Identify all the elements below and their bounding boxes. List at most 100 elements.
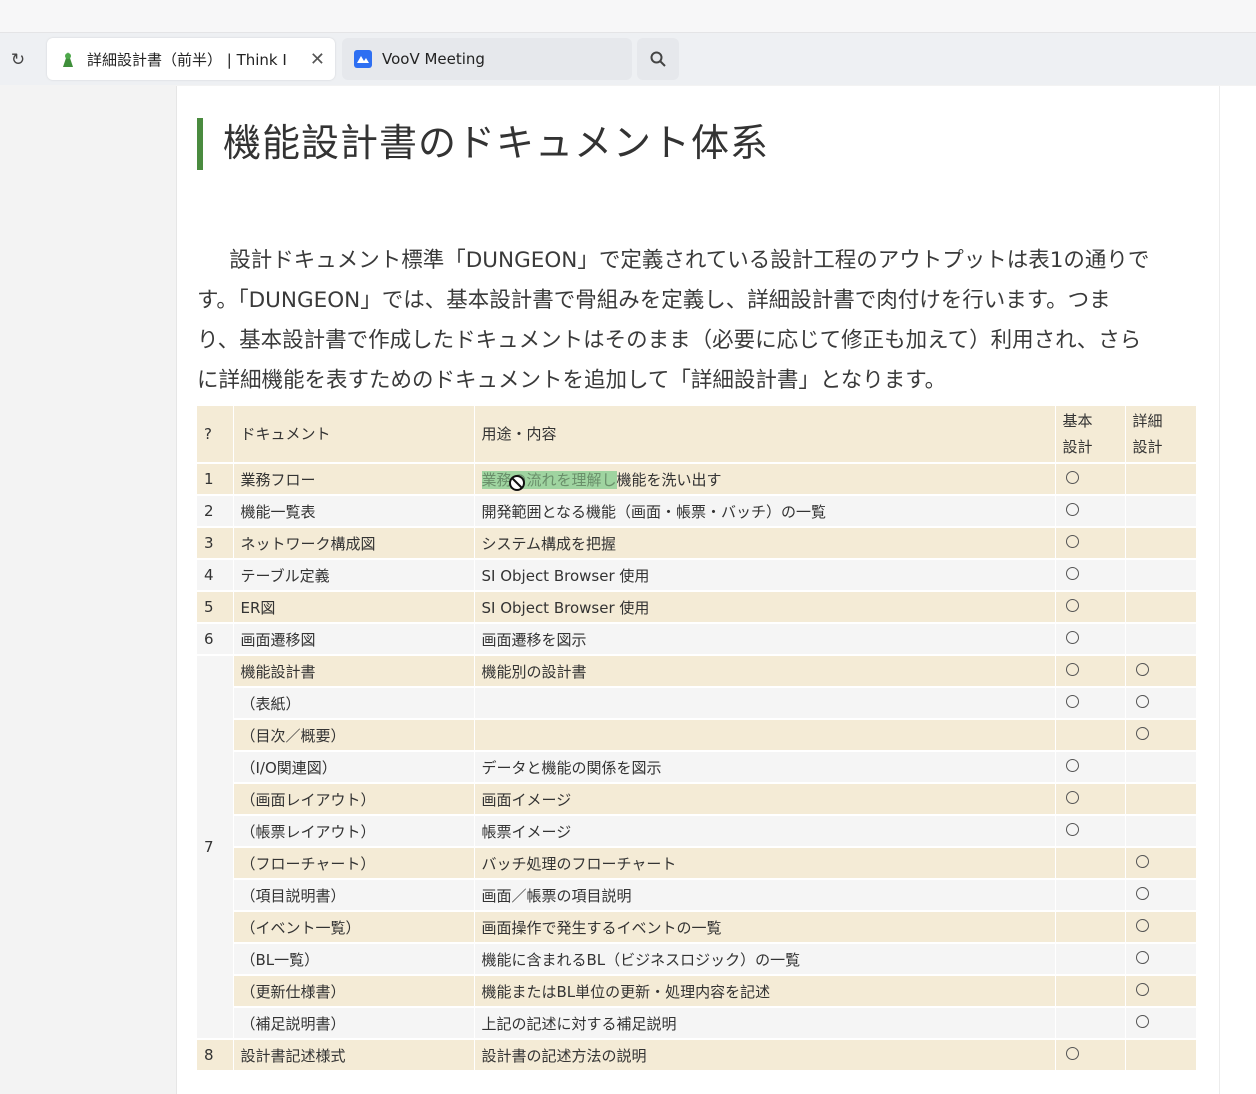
article-heading: 機能設計書のドキュメント体系	[197, 118, 769, 170]
circle-mark-icon	[1065, 631, 1079, 644]
cell-document: （帳票レイアウト）	[233, 815, 475, 848]
paragraph-line: す。「DUNGEON」では、基本設計書で骨組みを定義し、詳細設計書で肉付けを行い…	[197, 288, 1111, 313]
cell-document: 機能一覧表	[233, 495, 475, 528]
cell-document: （画面レイアウト）	[233, 783, 475, 816]
cell-detail-design	[1125, 1007, 1197, 1040]
circle-mark-icon	[1065, 823, 1079, 836]
cell-document: （項目説明書）	[233, 879, 475, 912]
cell-basic-design	[1055, 751, 1126, 784]
table-row: 1 業務フロー 業務の流れを理解し 機能を洗い出す	[197, 463, 1197, 496]
paragraph-line: 設計ドキュメント標準「DUNGEON」で定義されている設計工程のアウトプットは表…	[229, 248, 1150, 273]
cell-detail-design	[1125, 879, 1197, 912]
table-row: （補足説明書） 上記の記述に対する補足説明	[197, 1007, 1197, 1040]
circle-mark-icon	[1065, 791, 1079, 804]
close-icon[interactable]: ✕	[310, 49, 325, 70]
cell-num: 2	[197, 495, 234, 528]
circle-mark-icon	[1065, 663, 1079, 676]
cell-usage: 上記の記述に対する補足説明	[474, 1007, 1056, 1040]
reload-icon[interactable]: ↻	[8, 50, 28, 70]
cell-detail-design	[1125, 751, 1197, 784]
browser-top-strip	[0, 0, 1256, 33]
table-row: （画面レイアウト） 画面イメージ	[197, 783, 1197, 816]
cell-detail-design	[1125, 911, 1197, 944]
cell-usage: 画面遷移を図示	[474, 623, 1056, 656]
header-usage: 用途・内容	[474, 406, 1056, 464]
cell-usage: 画面イメージ	[474, 783, 1056, 816]
table-row: 8 設計書記述様式 設計書の記述方法の説明	[197, 1039, 1197, 1072]
cell-basic-design	[1055, 975, 1126, 1008]
cell-basic-design	[1055, 719, 1126, 752]
search-icon	[650, 51, 666, 67]
cell-detail-design	[1125, 591, 1197, 624]
table-row: （項目説明書） 画面／帳票の項目説明	[197, 879, 1197, 912]
cell-document: ネットワーク構成図	[233, 527, 475, 560]
table-row: （表紙）	[197, 687, 1197, 720]
cell-detail-design	[1125, 719, 1197, 752]
tab-thinkit[interactable]: 詳細設計書（前半） | Think I ✕	[47, 38, 335, 80]
table-row: 3 ネットワーク構成図 システム構成を把握	[197, 527, 1197, 560]
cell-basic-design	[1055, 1007, 1126, 1040]
cell-num: 3	[197, 527, 234, 560]
cell-document: （補足説明書）	[233, 1007, 475, 1040]
article-paragraph: 設計ドキュメント標準「DUNGEON」で定義されている設計工程のアウトプットは表…	[197, 241, 1197, 401]
cell-document: （BL一覧）	[233, 943, 475, 976]
cell-basic-design	[1055, 783, 1126, 816]
cell-detail-design	[1125, 1039, 1197, 1072]
cell-detail-design	[1125, 687, 1197, 720]
circle-mark-icon	[1135, 663, 1149, 676]
not-allowed-cursor-icon	[508, 474, 525, 491]
cell-usage: システム構成を把握	[474, 527, 1056, 560]
article-page: 機能設計書のドキュメント体系 設計ドキュメント標準「DUNGEON」で定義されて…	[176, 86, 1220, 1094]
cell-detail-design	[1125, 623, 1197, 656]
cell-document: （目次／概要）	[233, 719, 475, 752]
table-row: （I/O関連図） データと機能の関係を図示	[197, 751, 1197, 784]
cell-num: 5	[197, 591, 234, 624]
cell-usage: 機能別の設計書	[474, 655, 1056, 688]
cell-detail-design	[1125, 783, 1197, 816]
header-num: ?	[197, 406, 234, 464]
cell-basic-design	[1055, 911, 1126, 944]
cell-num: 8	[197, 1039, 234, 1072]
cell-detail-design	[1125, 815, 1197, 848]
cell-basic-design	[1055, 655, 1126, 688]
cell-detail-design	[1125, 655, 1197, 688]
cell-document: （I/O関連図）	[233, 751, 475, 784]
tab-title: VooV Meeting	[382, 50, 485, 68]
cell-document: 機能設計書	[233, 655, 475, 688]
cell-basic-design	[1055, 847, 1126, 880]
cell-basic-design	[1055, 559, 1126, 592]
header-detail-design: 詳細 設計	[1125, 406, 1197, 464]
cell-usage: データと機能の関係を図示	[474, 751, 1056, 784]
cell-num: 4	[197, 559, 234, 592]
circle-mark-icon	[1065, 471, 1079, 484]
circle-mark-icon	[1065, 599, 1079, 612]
circle-mark-icon	[1135, 919, 1149, 932]
cell-document: 業務フロー	[233, 463, 475, 496]
paragraph-line: に詳細機能を表すためのドキュメントを追加して「詳細設計書」となります。	[197, 368, 947, 393]
circle-mark-icon	[1135, 727, 1149, 740]
circle-mark-icon	[1135, 983, 1149, 996]
usage-text: 機能を洗い出す	[616, 470, 722, 489]
cell-usage: 機能に含まれるBL（ビジネスロジック）の一覧	[474, 943, 1056, 976]
cell-usage	[474, 719, 1056, 752]
cell-basic-design	[1055, 687, 1126, 720]
cell-num: 7	[197, 655, 234, 1040]
tab-search-button[interactable]	[637, 38, 679, 80]
table-row: 6 画面遷移図 画面遷移を図示	[197, 623, 1197, 656]
circle-mark-icon	[1135, 1015, 1149, 1028]
header-detail-2: 設計	[1132, 438, 1163, 456]
table-row: 7 機能設計書 機能別の設計書	[197, 655, 1197, 1040]
cell-usage: 画面操作で発生するイベントの一覧	[474, 911, 1056, 944]
cell-document: 画面遷移図	[233, 623, 475, 656]
cell-document: （更新仕様書）	[233, 975, 475, 1008]
cell-document: （表紙）	[233, 687, 475, 720]
tab-title: 詳細設計書（前半） | Think I	[87, 50, 287, 69]
paragraph-line: り、基本設計書で作成したドキュメントはそのまま（必要に応じて修正も加えて）利用さ…	[197, 328, 1142, 353]
selected-text-highlight[interactable]: 業務の流れを理解し	[481, 470, 617, 491]
table-row: （イベント一覧） 画面操作で発生するイベントの一覧	[197, 911, 1197, 944]
cell-basic-design	[1055, 943, 1126, 976]
cell-detail-design	[1125, 847, 1197, 880]
cell-usage	[474, 687, 1056, 720]
header-basic-2: 設計	[1062, 438, 1093, 456]
tab-voov[interactable]: VooV Meeting	[342, 38, 632, 80]
